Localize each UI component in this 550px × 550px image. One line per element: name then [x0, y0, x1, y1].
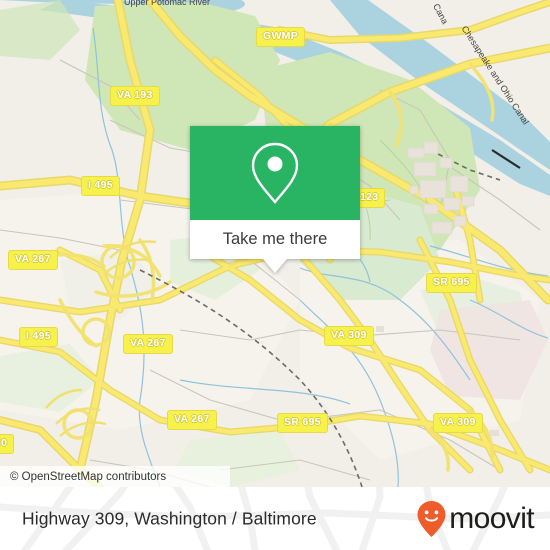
- road-shield-sr-695-east: SR 695: [426, 273, 477, 293]
- road-shield-va-309-south: VA 309: [433, 413, 483, 433]
- take-me-there-label: Take me there: [222, 230, 328, 248]
- popup-tail: [263, 259, 287, 273]
- footer-bar: Highway 309, Washington / Baltimore moov…: [0, 487, 550, 550]
- map-canvas[interactable]: GWMP VA 193 I 495 123 VA 267 SR 695 I 49…: [0, 0, 550, 487]
- road-shield-sr-695-south: SR 695: [277, 413, 328, 433]
- map-label-upper-potomac-river: Upper Potomac River: [124, 0, 211, 7]
- moovit-brand[interactable]: moovit: [416, 500, 535, 538]
- moovit-wordmark: moovit: [449, 501, 534, 535]
- popup-body[interactable]: Take me there: [190, 220, 360, 273]
- road-shield-va-193: VA 193: [110, 86, 160, 106]
- map-pin-icon: [251, 142, 299, 204]
- road-shield-va-267-center: VA 267: [123, 334, 173, 354]
- popup-header: [190, 126, 360, 220]
- attribution-text: © OpenStreetMap contributors: [10, 470, 167, 483]
- page-title: Highway 309, Washington / Baltimore: [22, 508, 317, 528]
- road-shield-va-267-south: VA 267: [167, 410, 217, 430]
- road-shield-i-495-south: I 495: [19, 327, 58, 347]
- attribution-bar: © OpenStreetMap contributors: [0, 466, 230, 487]
- moovit-smiley-pin-icon: [417, 500, 446, 537]
- road-shield-va-267-northwest: VA 267: [8, 250, 58, 270]
- road-shield-us-50: 50: [0, 434, 15, 454]
- road-shield-va-309-center: VA 309: [324, 326, 374, 346]
- road-shield-gwmp: GWMP: [256, 27, 306, 47]
- road-shield-i-495-north: I 495: [81, 176, 120, 196]
- map-popup-card[interactable]: Take me there: [190, 126, 360, 273]
- screenshot-root: GWMP VA 193 I 495 123 VA 267 SR 695 I 49…: [0, 0, 550, 550]
